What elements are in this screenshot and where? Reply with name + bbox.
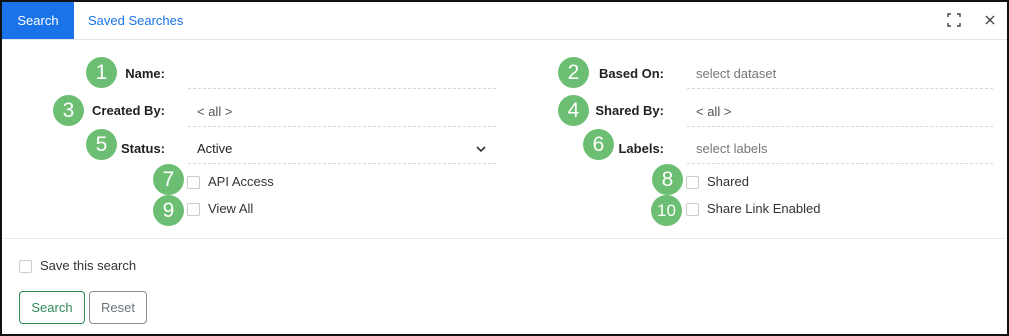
- based-on-label: Based On:: [598, 66, 664, 81]
- save-search-option[interactable]: Save this search: [19, 257, 136, 275]
- badge-10: 10: [651, 195, 682, 226]
- name-input[interactable]: [188, 59, 496, 89]
- shared-checkbox[interactable]: [686, 175, 699, 189]
- save-search-checkbox[interactable]: [19, 259, 32, 273]
- chevron-down-icon: [476, 146, 486, 153]
- status-value: Active: [197, 141, 233, 156]
- name-label: Name:: [125, 66, 165, 81]
- badge-9: 9: [153, 195, 184, 226]
- created-by-label: Created By:: [92, 103, 165, 118]
- save-search-label: Save this search: [40, 258, 137, 273]
- share-link-label: Share Link Enabled: [707, 201, 821, 216]
- api-access-checkbox[interactable]: [187, 175, 200, 189]
- created-by-field[interactable]: < all >: [188, 97, 496, 127]
- shared-option[interactable]: Shared: [686, 173, 749, 191]
- search-button[interactable]: Search: [19, 291, 85, 324]
- shared-by-field[interactable]: < all >: [687, 97, 993, 127]
- tab-saved-searches[interactable]: Saved Searches: [88, 2, 183, 39]
- share-link-option[interactable]: Share Link Enabled: [686, 200, 820, 218]
- status-label: Status:: [120, 141, 165, 156]
- view-all-checkbox[interactable]: [187, 202, 200, 216]
- view-all-option[interactable]: View All: [187, 200, 253, 218]
- badge-7: 7: [153, 164, 184, 195]
- reset-button[interactable]: Reset: [89, 291, 147, 324]
- status-select[interactable]: Active: [188, 134, 496, 164]
- labels-input[interactable]: select labels: [687, 134, 993, 164]
- badge-8: 8: [652, 164, 683, 195]
- shared-by-label: Shared By:: [595, 103, 664, 118]
- section-divider: [4, 238, 1005, 239]
- badge-3: 3: [53, 95, 84, 126]
- based-on-input[interactable]: select dataset: [687, 59, 993, 89]
- api-access-option[interactable]: API Access: [187, 173, 274, 191]
- search-panel: Search Saved Searches 1 Name: 3 Created …: [0, 0, 1009, 336]
- shared-label: Shared: [707, 174, 749, 189]
- tab-search[interactable]: Search: [2, 2, 74, 39]
- expand-icon[interactable]: [945, 11, 963, 29]
- api-access-label: API Access: [208, 174, 274, 189]
- share-link-checkbox[interactable]: [686, 202, 699, 216]
- view-all-label: View All: [208, 201, 254, 216]
- labels-label: Labels:: [618, 141, 664, 156]
- close-icon[interactable]: [981, 11, 999, 29]
- tab-bar: Search Saved Searches: [2, 2, 1007, 40]
